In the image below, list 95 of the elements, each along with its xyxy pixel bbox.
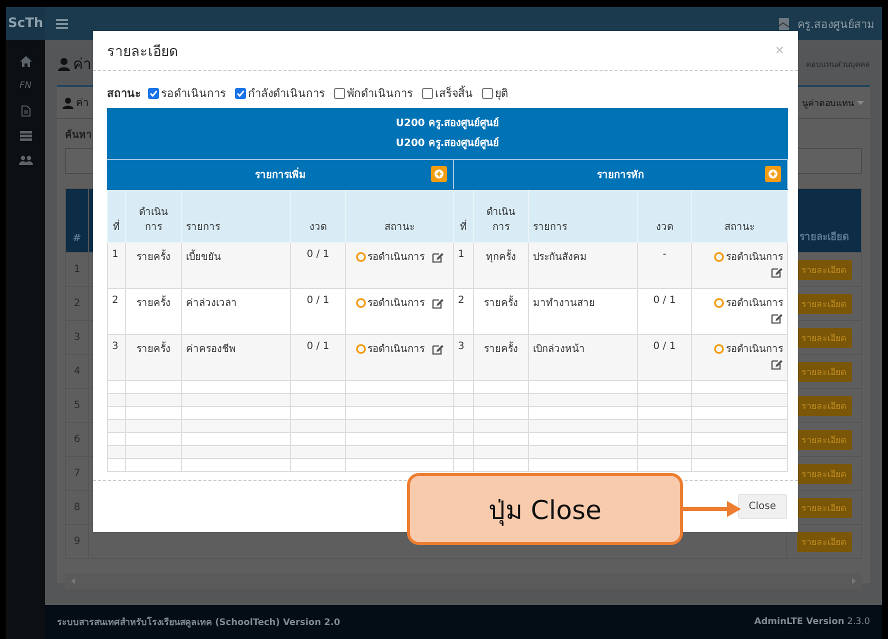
status-text: รอดำเนินการ (368, 250, 424, 264)
status-text: รอดำเนินการ (726, 342, 784, 356)
user-icon (57, 57, 71, 71)
status-checkbox[interactable] (235, 88, 246, 98)
dialog-title: รายละเอียด (107, 42, 178, 62)
details-button[interactable]: รายละเอียด (796, 260, 852, 280)
column-header: ที่ (454, 190, 474, 242)
user-name[interactable]: ครู.สองศูนย์สาม (798, 14, 874, 32)
status-text: รอดำเนินการ (368, 342, 424, 356)
status-checkbox[interactable] (482, 88, 493, 98)
details-button[interactable]: รายละเอียด (796, 294, 852, 314)
ring-icon (714, 252, 724, 262)
status-label: สถานะ (107, 86, 141, 102)
details-button[interactable]: รายละเอียด (796, 396, 852, 416)
status-checkbox[interactable] (148, 88, 159, 98)
table-cell: - (638, 242, 692, 288)
version-text: AdminLTE Version 2.3.0 (754, 617, 870, 627)
details-button[interactable]: รายละเอียด (796, 464, 852, 484)
edit-icon[interactable] (771, 312, 784, 324)
details-button[interactable]: รายละเอียด (796, 532, 852, 552)
menu-dropdown[interactable]: นูค่าตอบแทน (802, 96, 864, 110)
app-logo[interactable]: ScTh (6, 7, 45, 40)
column-header: ดำเนินการ (474, 190, 528, 242)
details-button[interactable]: รายละเอียด (796, 362, 852, 382)
box-title: ค่า (76, 97, 89, 110)
column-header: งวด (638, 190, 692, 242)
details-button[interactable]: รายละเอียด (796, 498, 852, 518)
column-header: สถานะ (346, 190, 454, 242)
add-button[interactable] (765, 166, 782, 182)
table-cell: รายครั้ง (126, 334, 182, 380)
table-cell: ทุกครั้ง (474, 242, 528, 288)
table-cell: รายครั้ง (126, 242, 182, 288)
status-text: รอดำเนินการ (726, 296, 784, 310)
edit-icon[interactable] (432, 296, 444, 308)
table-cell: ค่าครองชีพ (182, 334, 290, 380)
section-title: รายการหัก (597, 168, 644, 182)
table-title: U200 ครู.สองศูนย์ศูนย์ (394, 136, 500, 152)
sidebar-label[interactable]: FN (20, 81, 32, 91)
home-icon[interactable] (20, 56, 32, 67)
user-icon (62, 96, 74, 108)
section-title: รายการเพิ่ม (255, 167, 306, 182)
edit-icon[interactable] (771, 266, 784, 278)
callout-box: ปุ่ม Close (407, 473, 683, 545)
close-button[interactable]: × (771, 42, 788, 59)
table-cell: เบี้ยขยัน (182, 242, 290, 288)
close-button[interactable]: Close (738, 494, 787, 518)
ring-icon (356, 252, 366, 262)
table-cell: 3 (108, 334, 126, 380)
page-heading: ค่า (73, 54, 91, 75)
arrow (683, 499, 741, 519)
table-cell: 1 (108, 242, 126, 288)
column-header: รายการ (182, 190, 290, 242)
column-header: สถานะ (692, 190, 788, 242)
column-header: ดำเนินการ (126, 190, 182, 242)
ring-icon (356, 344, 366, 354)
table-cell: 0 / 1 (638, 334, 692, 380)
users-icon[interactable] (18, 155, 32, 165)
status-text: รอดำเนินการ (368, 296, 424, 310)
status-text: รอดำเนินการ (726, 250, 784, 264)
list-icon[interactable] (20, 131, 32, 141)
checkbox-label: ยุติ (495, 86, 508, 102)
ring-icon (714, 298, 724, 308)
table-title: U200 ครู.สองศูนย์ศูนย์ (394, 116, 500, 132)
edit-icon[interactable] (432, 250, 444, 262)
table-cell: ประกันสังคม (528, 242, 638, 288)
table-cell: 2 (108, 288, 126, 334)
caret-icon (857, 100, 864, 104)
details-button[interactable]: รายละเอียด (796, 328, 852, 348)
column-header: ที่ (108, 190, 126, 242)
edit-icon[interactable] (771, 358, 784, 370)
checkbox-label: เสร็จสิ้น (435, 84, 473, 102)
table-cell: 1 (454, 242, 474, 288)
column-header: # (66, 188, 88, 252)
table-cell: 3 (454, 334, 474, 380)
ring-icon (356, 298, 366, 308)
table-cell: 0 / 1 (290, 334, 346, 380)
table-cell: 0 / 1 (290, 242, 346, 288)
add-button[interactable] (431, 166, 447, 182)
checkbox-label: พักดำเนินการ (347, 86, 413, 102)
search-label: ค้นหา (65, 128, 93, 142)
status-checkbox[interactable] (334, 88, 345, 98)
broken-image-icon (778, 16, 790, 30)
checkbox-label: รอดำเนินการ (161, 86, 226, 102)
status-checkbox[interactable] (422, 88, 433, 98)
menu-icon[interactable] (56, 18, 68, 28)
checkbox-label: กำลังดำเนินการ (248, 86, 325, 102)
column-header: รายการ (528, 190, 638, 242)
ring-icon (714, 344, 724, 354)
footer-text: ระบบสารสนเทศสำหรับโรงเรียนสคูลเทค (SchoolTech) Version 2.0 (57, 616, 340, 629)
details-button[interactable]: รายละเอียด (796, 430, 852, 450)
file-icon[interactable] (20, 105, 30, 117)
column-header: งวด (290, 190, 346, 242)
table-cell: เบิกล่วงหน้า (528, 334, 638, 380)
table-cell: รายครั้ง (474, 334, 528, 380)
edit-icon[interactable] (432, 342, 444, 354)
